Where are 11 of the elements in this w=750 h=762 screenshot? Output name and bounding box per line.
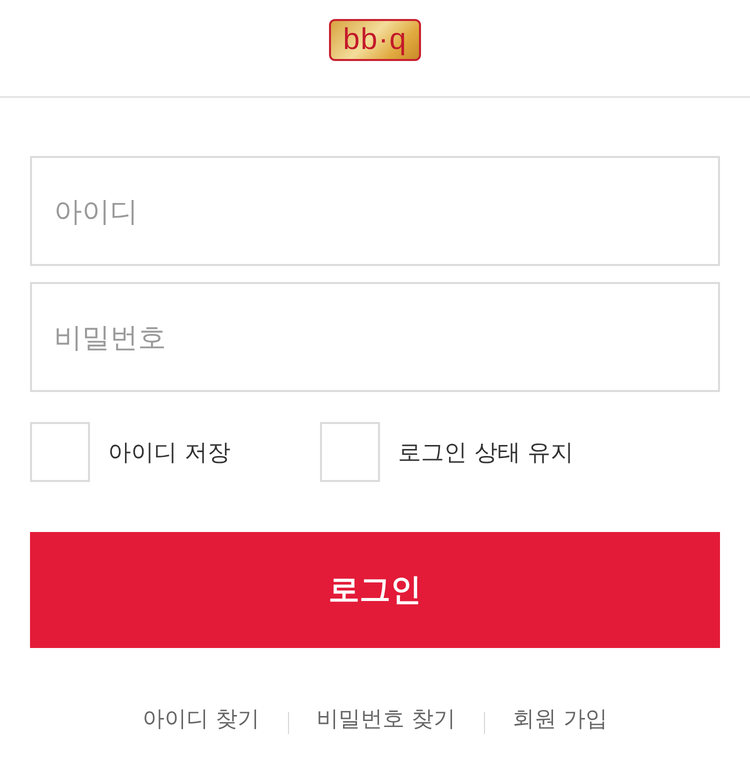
checkbox[interactable] [320, 422, 380, 482]
checkbox-label[interactable]: 아이디 저장 [108, 436, 230, 468]
checkbox[interactable] [30, 422, 90, 482]
login-button[interactable]: 로그인 [30, 532, 720, 648]
input-field[interactable]: 비밀번호 [30, 282, 720, 392]
input-field[interactable]: 아이디 [30, 156, 720, 266]
brand-logo: bb·q [329, 19, 421, 61]
footer-link[interactable]: 아이디 찾기 [142, 704, 260, 736]
footer-link[interactable]: 비밀번호 찾기 [316, 704, 456, 736]
footer-link[interactable]: 회원 가입 [512, 704, 608, 736]
checkbox-label[interactable]: 로그인 상태 유지 [398, 436, 574, 468]
